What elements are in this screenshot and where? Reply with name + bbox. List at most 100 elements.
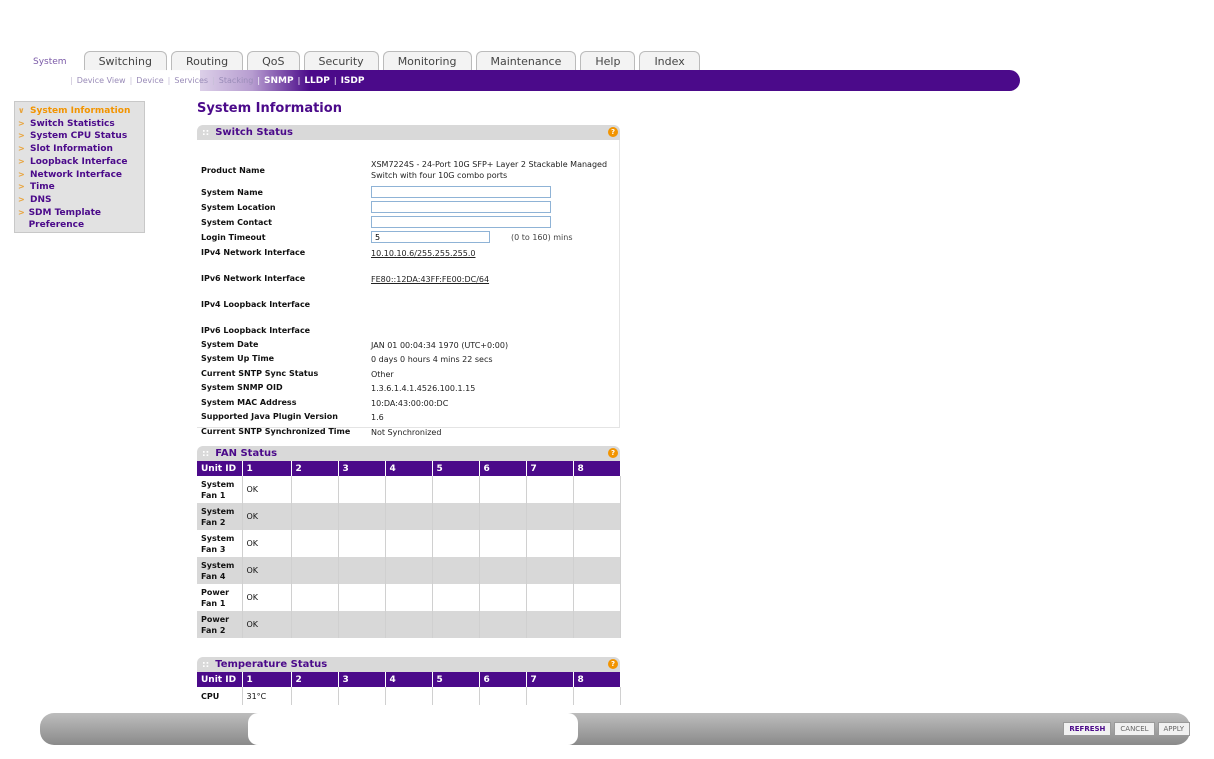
menu-switch-statistics[interactable]: > Switch Statistics <box>18 118 144 131</box>
table-row: Power Fan 1 OK <box>197 584 621 611</box>
menu-system-information[interactable]: ∨ System Information <box>18 105 144 118</box>
menu-slot-information[interactable]: > Slot Information <box>18 143 144 156</box>
cancel-button[interactable]: CANCEL <box>1114 722 1155 736</box>
label: System Contact <box>201 218 272 227</box>
label: IPv4 Network Interface <box>201 248 306 257</box>
system-name-input[interactable] <box>371 186 551 198</box>
chevron-right-icon: > <box>18 169 25 179</box>
fan-cell <box>526 611 574 638</box>
fan-cell: OK <box>242 611 292 638</box>
fan-cell <box>291 530 339 557</box>
help-icon[interactable]: ? <box>608 659 618 669</box>
tab-system[interactable]: System <box>20 51 80 71</box>
tab-index[interactable]: Index <box>639 51 700 71</box>
fan-cell: OK <box>242 530 292 557</box>
table-row: System Fan 3 OK <box>197 530 621 557</box>
fan-name: System Fan 3 <box>197 530 243 557</box>
subnav-lldp[interactable]: LLDP <box>300 76 334 86</box>
system-location-input[interactable] <box>371 201 551 213</box>
chevron-right-icon: > <box>18 194 25 204</box>
column-header: 3 <box>338 672 386 687</box>
fan-cell <box>338 557 386 584</box>
label: System Location <box>201 203 276 212</box>
dots-icon: :: <box>202 127 210 138</box>
column-header: 2 <box>291 672 339 687</box>
fan-status-table: Unit ID 1 2 3 4 5 6 7 8 System Fan 1 OK … <box>197 461 621 638</box>
menu-label: Network Interface <box>30 169 123 180</box>
tab-switching[interactable]: Switching <box>83 51 167 71</box>
chevron-right-icon: > <box>18 131 25 141</box>
ipv6-interface-link[interactable]: FE80::12DA:43FF:FE00:DC/64 <box>371 274 489 285</box>
fan-name: Power Fan 1 <box>197 584 243 611</box>
fan-cell: OK <box>242 476 292 503</box>
column-header: 1 <box>242 672 292 687</box>
subnav-device-view[interactable]: Device View <box>73 76 130 85</box>
menu-label: Slot Information <box>30 144 113 155</box>
menu-dns[interactable]: > DNS <box>18 194 144 207</box>
mac-value: 10:DA:43:00:00:DC <box>371 399 449 408</box>
page-title: System Information <box>197 101 342 116</box>
temperature-status-section: :: Temperature Status ? Unit ID 1 2 3 4 … <box>197 657 621 705</box>
menu-system-cpu-status[interactable]: > System CPU Status <box>18 130 144 143</box>
subnav-services[interactable]: Services <box>170 76 212 85</box>
column-header: Unit ID <box>197 672 243 687</box>
snmp-oid-value: 1.3.6.1.4.1.4526.100.1.15 <box>371 384 476 393</box>
label: System Date <box>201 340 259 349</box>
system-contact-input[interactable] <box>371 216 551 228</box>
help-icon[interactable]: ? <box>608 127 618 137</box>
temp-cell: 31°C <box>242 687 292 705</box>
login-timeout-input[interactable] <box>371 231 490 243</box>
fan-name: System Fan 2 <box>197 503 243 530</box>
tab-security[interactable]: Security <box>303 51 379 71</box>
fan-cell: OK <box>242 557 292 584</box>
chevron-down-icon: ∨ <box>18 106 25 115</box>
fan-cell <box>385 584 433 611</box>
tab-routing[interactable]: Routing <box>170 51 244 71</box>
fan-cell <box>432 503 480 530</box>
fan-name: System Fan 1 <box>197 476 243 503</box>
temp-cell <box>291 687 339 705</box>
subnav-stacking[interactable]: Stacking <box>215 76 258 85</box>
fan-cell: OK <box>242 584 292 611</box>
label: System Up Time <box>201 354 275 363</box>
chevron-right-icon: > <box>18 144 25 154</box>
action-buttons: REFRESH CANCEL APPLY <box>1060 722 1190 736</box>
help-icon[interactable]: ? <box>608 448 618 458</box>
menu-sdm-template-preference[interactable]: > SDM Template Preference <box>18 207 144 232</box>
temp-cell <box>432 687 480 705</box>
subnav-isdp[interactable]: ISDP <box>337 76 369 86</box>
column-header: 4 <box>385 672 433 687</box>
table-row: System Fan 1 OK <box>197 476 621 503</box>
fan-cell <box>291 503 339 530</box>
tab-monitoring[interactable]: Monitoring <box>382 51 472 71</box>
chevron-right-icon: > <box>18 156 25 166</box>
subnav-device[interactable]: Device <box>132 76 167 85</box>
tab-help[interactable]: Help <box>580 51 636 71</box>
menu-time[interactable]: > Time <box>18 181 144 194</box>
tab-qos[interactable]: QoS <box>247 51 300 71</box>
apply-button[interactable]: APPLY <box>1157 722 1190 736</box>
ipv4-interface-link[interactable]: 10.10.10.6/255.255.255.0 <box>371 248 475 259</box>
menu-network-interface[interactable]: > Network Interface <box>18 169 144 182</box>
column-header: 7 <box>526 672 574 687</box>
menu-label: System Information <box>30 106 131 116</box>
tab-maintenance[interactable]: Maintenance <box>475 51 577 71</box>
refresh-button[interactable]: REFRESH <box>1063 722 1112 736</box>
fan-cell <box>573 530 621 557</box>
fan-cell <box>385 530 433 557</box>
fan-cell <box>479 503 527 530</box>
fan-cell <box>291 611 339 638</box>
fan-cell: OK <box>242 503 292 530</box>
label: IPv6 Loopback Interface <box>201 326 311 335</box>
left-menu: ∨ System Information > Switch Statistics… <box>14 101 145 233</box>
fan-cell <box>385 557 433 584</box>
fan-cell <box>338 584 386 611</box>
column-header: 6 <box>479 672 527 687</box>
column-header: 5 <box>432 461 480 476</box>
label: Supported Java Plugin Version <box>201 412 338 421</box>
label: Current SNTP Sync Status <box>201 369 319 378</box>
menu-loopback-interface[interactable]: > Loopback Interface <box>18 156 144 169</box>
fan-cell <box>432 584 480 611</box>
subnav-snmp[interactable]: SNMP <box>260 76 298 86</box>
menu-label: Loopback Interface <box>30 156 128 167</box>
